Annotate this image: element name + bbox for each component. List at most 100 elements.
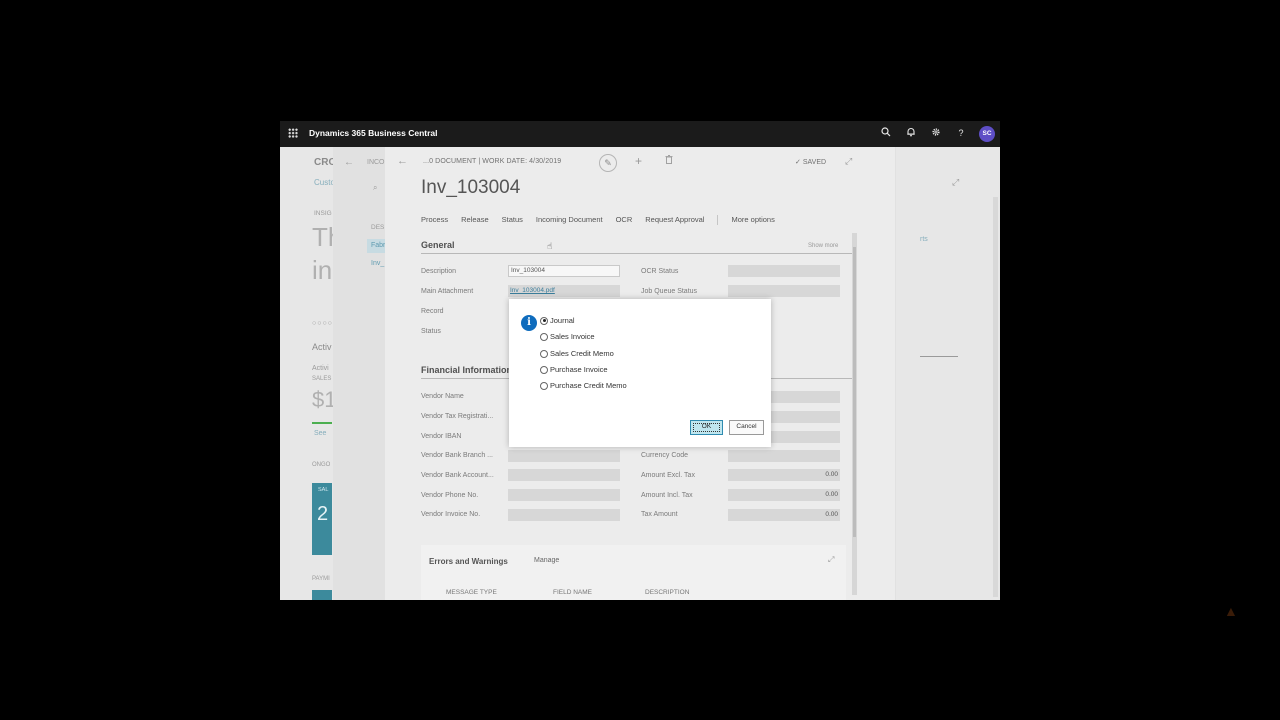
background-tile: SAL 2	[312, 483, 332, 555]
vendor-bank-branch-field[interactable]	[508, 450, 620, 462]
field-label-vendor-bank-branch: Vendor Bank Branch ...	[421, 452, 493, 459]
edit-pencil-icon[interactable]: ✎	[599, 154, 617, 172]
option-purchase-credit-memo[interactable]: Purchase Credit Memo	[540, 381, 627, 390]
waffle-icon[interactable]	[288, 128, 298, 138]
field-label-vendor-bank-account: Vendor Bank Account...	[421, 472, 494, 479]
saved-label: SAVED	[802, 159, 827, 166]
amount-incl-tax-field[interactable]: 0.00	[728, 489, 840, 501]
action-release[interactable]: Release	[461, 215, 489, 225]
field-label-ocr-status: OCR Status	[641, 268, 679, 275]
action-status[interactable]: Status	[502, 215, 523, 225]
app-brand[interactable]: Dynamics 365 Business Central	[309, 128, 438, 138]
field-label-vendor-invoice-no: Vendor Invoice No.	[421, 511, 481, 518]
section-financial-information[interactable]: Financial Information	[421, 365, 512, 375]
field-label-vendor-phone: Vendor Phone No.	[421, 492, 479, 499]
ok-button[interactable]: OK	[690, 420, 723, 435]
option-label-purchase-credit-memo: Purchase Credit Memo	[550, 381, 627, 390]
radio-sales-credit-memo[interactable]	[540, 349, 548, 358]
field-label-amount-incl-tax: Amount Incl. Tax	[641, 492, 693, 499]
errors-warnings-title: Errors and Warnings	[429, 557, 508, 566]
background-sales: SALES	[312, 376, 332, 382]
layer2-back-icon: ←	[344, 157, 354, 168]
background-right-link: rts	[920, 236, 928, 243]
background-divider	[920, 356, 958, 357]
tile-number: 2	[317, 503, 329, 525]
show-more-link[interactable]: Show more	[808, 243, 838, 249]
vendor-phone-field[interactable]	[508, 489, 620, 501]
option-sales-credit-memo[interactable]: Sales Credit Memo	[540, 349, 614, 358]
action-bar: Process Release Status Incoming Document…	[421, 215, 788, 225]
cancel-button[interactable]: Cancel	[729, 420, 764, 435]
action-more-options[interactable]: More options	[731, 215, 774, 225]
page-title: Inv_103004	[421, 177, 521, 198]
gear-icon[interactable]	[930, 127, 942, 139]
background-see-link: See	[314, 430, 327, 437]
background-payment: PAYMI	[312, 576, 330, 582]
field-label-vendor-iban: Vendor IBAN	[421, 433, 462, 440]
breadcrumb: ...0 DOCUMENT | WORK DATE: 4/30/2019	[423, 158, 562, 165]
action-process[interactable]: Process	[421, 215, 448, 225]
background-scrollbar	[993, 197, 998, 597]
background-subtitle: Custo	[314, 178, 335, 187]
action-request-approval[interactable]: Request Approval	[645, 215, 704, 225]
radio-purchase-credit-memo[interactable]	[540, 381, 548, 390]
radio-journal[interactable]	[540, 316, 548, 325]
saved-status: ✓ SAVED	[795, 158, 826, 166]
info-icon: i	[521, 315, 537, 331]
expand-icon[interactable]: ⤢	[845, 156, 852, 167]
option-label-sales-invoice: Sales Invoice	[550, 332, 595, 341]
ocr-status-field[interactable]	[728, 265, 840, 277]
vendor-invoice-no-field[interactable]	[508, 509, 620, 521]
section-general[interactable]: General	[421, 240, 455, 250]
errors-expand-icon[interactable]: ⤢	[828, 555, 834, 565]
col-field-name: FIELD NAME	[553, 589, 593, 596]
action-incoming-document[interactable]: Incoming Document	[536, 215, 603, 225]
action-separator	[717, 215, 719, 225]
top-bar: Dynamics 365 Business Central ? SC	[280, 121, 1000, 147]
back-arrow-icon[interactable]: ←	[397, 155, 408, 167]
field-label-vendor-tax-registration: Vendor Tax Registrati...	[421, 413, 494, 420]
field-label-vendor-name: Vendor Name	[421, 393, 464, 400]
bell-icon[interactable]	[905, 127, 917, 139]
section-general-line	[421, 253, 856, 254]
option-sales-invoice[interactable]: Sales Invoice	[540, 332, 595, 341]
new-plus-icon[interactable]: +	[635, 154, 642, 168]
col-message-type: MESSAGE TYPE	[446, 589, 497, 596]
field-label-currency-code: Currency Code	[641, 452, 689, 459]
delete-trash-icon[interactable]	[665, 155, 673, 166]
layer2-crumb: INCO	[367, 159, 385, 166]
tax-amount-field[interactable]: 0.00	[728, 509, 840, 521]
avatar[interactable]: SC	[979, 126, 995, 142]
manage-button[interactable]: Manage	[534, 557, 559, 564]
option-label-purchase-invoice: Purchase Invoice	[550, 365, 608, 374]
field-label-description: Description	[421, 268, 457, 275]
background-insight: INSIG	[314, 210, 332, 217]
layer2-search-icon: ⌕	[373, 183, 378, 192]
layer2-col-header: DES	[371, 224, 385, 231]
description-field[interactable]: Inv_103004	[508, 265, 620, 277]
card-scrollbar[interactable]	[852, 233, 857, 595]
layer2-selected-row: Fabr	[367, 239, 387, 253]
background-tile-2	[312, 590, 332, 600]
check-icon: ✓	[795, 159, 801, 166]
col-description: DESCRIPTION	[645, 589, 690, 596]
field-label-record: Record	[421, 308, 444, 315]
create-document-dialog: i Journal Sales Invoice Sales Credit Mem…	[509, 299, 771, 447]
currency-code-field[interactable]	[728, 450, 840, 462]
flame-icon: ▲	[1224, 603, 1238, 619]
mouse-cursor: ☝	[547, 241, 553, 251]
radio-purchase-invoice[interactable]	[540, 365, 548, 374]
search-icon[interactable]	[880, 127, 892, 139]
radio-sales-invoice[interactable]	[540, 332, 548, 341]
help-icon[interactable]: ?	[955, 127, 967, 139]
amount-excl-tax-field[interactable]: 0.00	[728, 469, 840, 481]
option-journal[interactable]: Journal	[540, 316, 575, 325]
tile-label: SAL	[318, 487, 329, 493]
job-queue-status-field[interactable]	[728, 285, 840, 297]
action-ocr[interactable]: OCR	[616, 215, 633, 225]
option-label-journal: Journal	[550, 316, 575, 325]
main-attachment-link[interactable]: Inv_103004.pdf	[508, 285, 620, 297]
vendor-bank-account-field[interactable]	[508, 469, 620, 481]
option-purchase-invoice[interactable]: Purchase Invoice	[540, 365, 608, 374]
layer2-row-text: Fabr	[371, 242, 386, 249]
